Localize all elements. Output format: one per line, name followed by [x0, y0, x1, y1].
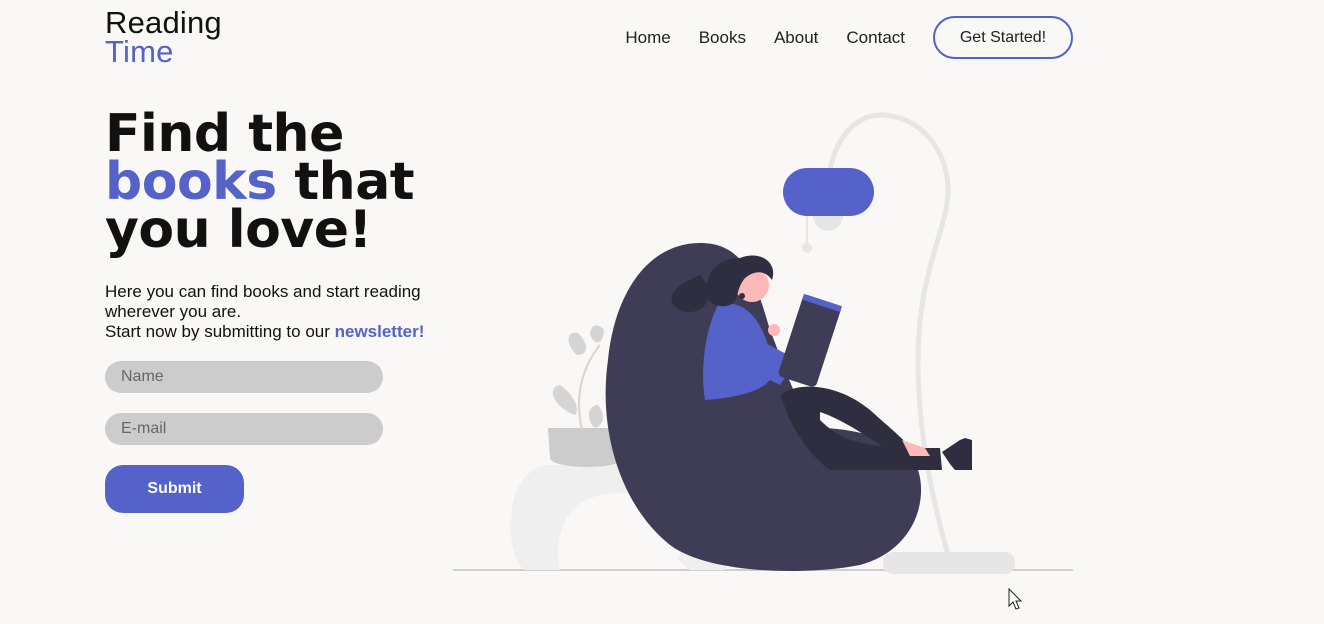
email-input[interactable] — [105, 413, 383, 445]
nav-home-link[interactable]: Home — [625, 28, 670, 48]
logo[interactable]: Reading Time — [105, 5, 222, 69]
hero-desc-line3: Start now by submitting to our — [105, 322, 335, 341]
nav-about-link[interactable]: About — [774, 28, 818, 48]
logo-line1: Reading — [105, 5, 222, 40]
page: Reading Time Home Books About Contact Ge… — [0, 0, 1324, 624]
lamp-shade — [783, 168, 874, 216]
hero-title: Find the books that you love! — [105, 108, 415, 256]
nav-contact-link[interactable]: Contact — [846, 28, 905, 48]
woman-reading-illustration — [453, 112, 1073, 574]
mouse-cursor-icon — [1008, 588, 1022, 610]
hero-title-line3: you love! — [105, 200, 372, 260]
hero-desc-line2: wherever you are. — [105, 302, 242, 321]
newsletter-link[interactable]: newsletter! — [335, 322, 425, 341]
name-input[interactable] — [105, 361, 383, 393]
get-started-button[interactable]: Get Started! — [933, 16, 1073, 59]
logo-line2: Time — [105, 34, 174, 69]
submit-button[interactable]: Submit — [105, 465, 244, 513]
main-nav: Home Books About Contact Get Started! — [625, 16, 1073, 59]
nav-books-link[interactable]: Books — [699, 28, 746, 48]
book-icon — [778, 293, 842, 387]
hero-description: Here you can find books and start readin… — [105, 282, 465, 342]
hero-desc-line1: Here you can find books and start readin… — [105, 282, 421, 301]
